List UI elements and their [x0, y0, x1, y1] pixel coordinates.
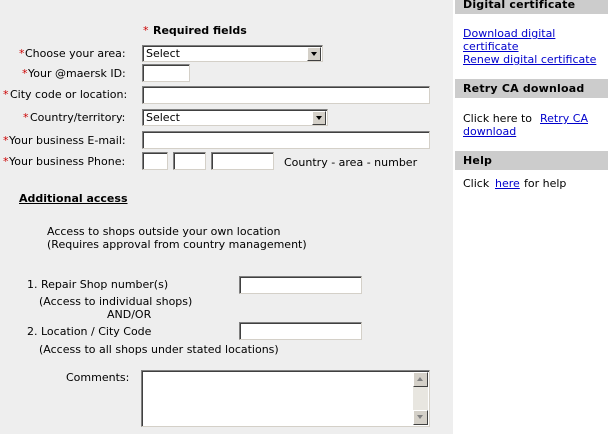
- required-marker: *: [22, 67, 28, 80]
- area-select[interactable]: Select: [142, 45, 323, 62]
- help-text-prefix: Click: [463, 177, 490, 190]
- registration-form-panel: * Required fields * Choose your area: Se…: [0, 0, 453, 434]
- repair-shop-label: 1. Repair Shop number(s): [27, 278, 169, 291]
- scroll-up-arrow-icon[interactable]: [413, 372, 428, 387]
- city-label: City code or location:: [10, 88, 128, 101]
- area-label: Choose your area:: [25, 47, 126, 60]
- phone-country-input[interactable]: [142, 152, 168, 170]
- download-certificate-link-line2[interactable]: certificate: [463, 40, 519, 53]
- phone-area-input[interactable]: [173, 152, 206, 170]
- location-code-label: 2. Location / City Code: [27, 325, 152, 338]
- repair-shop-input[interactable]: [239, 276, 362, 294]
- comments-label: Comments:: [66, 371, 130, 384]
- country-label: Country/territory:: [30, 111, 126, 124]
- required-marker: *: [3, 134, 9, 147]
- required-fields-note: Required fields: [153, 24, 247, 37]
- chevron-down-icon[interactable]: [312, 111, 326, 125]
- required-marker: *: [143, 24, 149, 37]
- retry-ca-link-line1[interactable]: Retry CA: [540, 112, 588, 125]
- download-certificate-link-line1[interactable]: Download digital: [463, 27, 555, 40]
- digital-certificate-header: Digital certificate: [455, 0, 608, 14]
- location-code-input[interactable]: [239, 322, 362, 340]
- maersk-id-input[interactable]: [142, 64, 190, 82]
- required-marker: *: [3, 155, 9, 168]
- city-input[interactable]: [142, 86, 430, 104]
- chevron-down-icon[interactable]: [307, 47, 321, 61]
- location-code-note: (Access to all shops under stated locati…: [39, 343, 279, 356]
- required-marker: *: [23, 111, 29, 124]
- help-text-suffix: for help: [524, 177, 567, 190]
- help-header: Help: [455, 151, 608, 170]
- renew-certificate-link[interactable]: Renew digital certificate: [463, 53, 596, 66]
- phone-hint: Country - area - number: [284, 156, 418, 169]
- phone-label: Your business Phone:: [9, 155, 126, 168]
- required-marker: *: [3, 88, 9, 101]
- comments-textarea[interactable]: [141, 370, 430, 427]
- country-select-value: Select: [146, 111, 180, 124]
- required-marker: *: [19, 47, 25, 60]
- email-label: Your business E-mail:: [9, 134, 126, 147]
- maersk-id-label: Your @maersk ID:: [28, 67, 126, 80]
- additional-access-heading: Additional access: [19, 192, 128, 205]
- additional-intro-line1: Access to shops outside your own locatio…: [47, 225, 281, 238]
- area-select-value: Select: [146, 47, 180, 60]
- retry-ca-link-line2[interactable]: download: [463, 125, 516, 138]
- phone-number-input[interactable]: [211, 152, 274, 170]
- comments-scrollbar[interactable]: [413, 372, 428, 425]
- email-input[interactable]: [142, 131, 430, 149]
- retry-ca-header: Retry CA download: [455, 79, 608, 98]
- sidebar: Digital certificate Download digital cer…: [455, 0, 608, 434]
- additional-intro-line2: (Requires approval from country manageme…: [47, 238, 307, 251]
- and-or-text: AND/OR: [107, 308, 152, 321]
- repair-shop-note: (Access to individual shops): [39, 295, 193, 308]
- retry-ca-text: Click here to: [463, 112, 533, 125]
- country-select[interactable]: Select: [142, 109, 328, 126]
- scroll-down-arrow-icon[interactable]: [413, 410, 428, 425]
- help-link[interactable]: here: [495, 177, 520, 190]
